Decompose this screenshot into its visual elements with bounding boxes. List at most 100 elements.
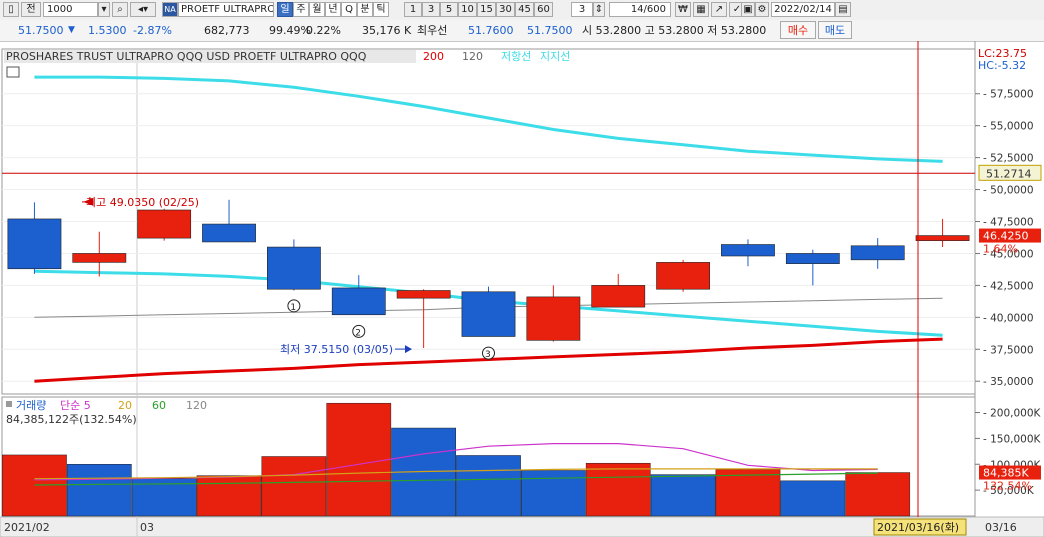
sell-button[interactable]: 매도 [818, 21, 852, 39]
volume-bar [196, 475, 262, 517]
y-tick-label: - 50,0000 [983, 185, 1034, 197]
best-quote-label: 최우선 [417, 24, 448, 37]
gear-icon[interactable]: ⚙ [755, 2, 769, 17]
stepper-icon[interactable]: ⇕ [593, 2, 605, 17]
period-tab[interactable]: 분 [357, 2, 373, 17]
tab-label[interactable]: 전 [21, 2, 41, 17]
chart-title: PROSHARES TRUST ULTRAPRO QQQ USD PROETF … [6, 50, 367, 63]
volume: 682,773 [204, 24, 250, 37]
interval-tab[interactable]: 30 [496, 2, 515, 17]
volume-bar [456, 455, 521, 517]
period-tab[interactable]: 주 [293, 2, 309, 17]
stock-code-input[interactable]: 1000 [43, 2, 98, 17]
high-annotation: 최고 49.0350 (02/25) [86, 196, 199, 209]
chevron-down-icon[interactable]: ▾ [98, 2, 110, 17]
volume-bar [585, 462, 651, 517]
volume-bar [326, 402, 392, 517]
last-price-tag-label: 46.4250 [983, 230, 1029, 243]
y-tick-label: - 47,5000 [983, 217, 1034, 229]
y-tick-label: - 35,0000 [983, 376, 1034, 388]
candle-body [267, 246, 321, 290]
interval-tab[interactable]: 45 [515, 2, 534, 17]
marker-label: 1 [290, 303, 296, 313]
amount: 35,176 K [362, 24, 412, 37]
date-field[interactable]: 2022/02/14 [771, 2, 835, 17]
legend-item: 120 [462, 50, 483, 63]
speaker-icon[interactable]: ◂▾ [130, 2, 156, 17]
legend-item: 저항선 [501, 50, 531, 63]
interval-tab[interactable]: 3 [422, 2, 440, 17]
ohlc-summary: 시 53.2800 고 53.2800 저 53.2800 [582, 24, 767, 37]
v-tick-label: - 150,000K [983, 433, 1042, 445]
volume-legend-item: 20 [118, 399, 132, 412]
volume-title: 거래량 [16, 399, 46, 412]
period-tab[interactable]: 월 [309, 2, 325, 17]
y-tick-label: - 42,5000 [983, 280, 1034, 292]
legend-item: 지지선 [540, 50, 570, 63]
volume-bar [261, 456, 327, 517]
hc-label: HC:-5.32 [978, 59, 1026, 72]
period-tab[interactable]: 틱 [373, 2, 389, 17]
volume-bar [650, 474, 716, 517]
menu-icon[interactable]: ▯ [3, 2, 19, 17]
candle-body [591, 285, 646, 308]
volume-tag-label: 84,385K [983, 467, 1029, 480]
candle-body [656, 262, 710, 290]
candle-body [915, 235, 970, 241]
y-tick-label: - 37,5000 [983, 344, 1034, 356]
custom-interval[interactable]: 3 [571, 2, 593, 17]
volume-bar [66, 464, 132, 517]
volume-bar [715, 469, 781, 517]
grid-icon[interactable]: ▦ [693, 2, 709, 17]
interval-tab[interactable]: 15 [477, 2, 496, 17]
cursor-date-label: 2021/03/16(화) [877, 521, 959, 534]
legend-item: 200 [423, 50, 444, 63]
volume-bar [780, 480, 846, 517]
price-change: 1.5300 [88, 24, 127, 37]
candle-body [72, 253, 127, 263]
candle-body [785, 253, 840, 264]
volume-pct: 99.49% [269, 24, 311, 37]
stock-name-field[interactable]: PROETF ULTRAPRO [178, 2, 274, 17]
x-label-month: 03 [140, 521, 154, 534]
stock-chart[interactable]: - 35,0000- 37,5000- 40,0000- 42,5000- 45… [0, 41, 1044, 537]
interval-tab[interactable]: 60 [534, 2, 553, 17]
save-icon[interactable]: ▣ [741, 2, 755, 17]
buy-button[interactable]: 매수 [780, 21, 816, 39]
draw-icon[interactable]: ↗ [711, 2, 727, 17]
turnover-pct: 0.22% [306, 24, 341, 37]
volume-legend-item: 120 [186, 399, 207, 412]
search-icon[interactable]: ⌕ [112, 2, 128, 17]
candle-body [331, 287, 386, 316]
candle-body [396, 290, 451, 299]
nasdaq-badge: NA [162, 2, 178, 17]
candle-body [850, 245, 905, 261]
y-tick-label: - 52,5000 [983, 153, 1034, 165]
interval-tab[interactable]: 1 [404, 2, 422, 17]
top-toolbar: ▯ 전 1000 ▾ ⌕ ◂▾ NA PROETF ULTRAPRO 일주월년Q… [0, 0, 1044, 21]
period-tab[interactable]: 년 [325, 2, 341, 17]
low-annotation: 최저 37.5150 (03/05) [280, 343, 393, 356]
last-pct-label: 1.64% [983, 243, 1018, 256]
down-arrow-icon: ▼ [68, 25, 75, 35]
candle-body [721, 244, 775, 257]
period-tab[interactable]: 일 [277, 2, 293, 17]
ask-price: 51.7600 [468, 24, 514, 37]
last-price: 51.7500 [18, 24, 64, 37]
bar-count-field[interactable]: 14/600 [609, 2, 671, 17]
won-icon[interactable]: ₩ [675, 2, 691, 17]
price-change-pct: -2.87% [133, 24, 172, 37]
table-icon [6, 66, 20, 78]
interval-tab[interactable]: 5 [440, 2, 458, 17]
period-tab[interactable]: Q [341, 2, 357, 17]
candle-body [461, 291, 516, 337]
marker-label: 2 [355, 328, 361, 338]
calendar-icon[interactable]: ▤ [835, 2, 851, 17]
volume-bar [845, 472, 911, 517]
candle-body [526, 296, 581, 341]
candle-body [202, 223, 256, 243]
candle-body [137, 209, 192, 239]
interval-tab[interactable]: 10 [458, 2, 477, 17]
v-tick-label: - 200,000K [983, 408, 1042, 420]
volume-pct-label: 132.54% [983, 480, 1032, 493]
